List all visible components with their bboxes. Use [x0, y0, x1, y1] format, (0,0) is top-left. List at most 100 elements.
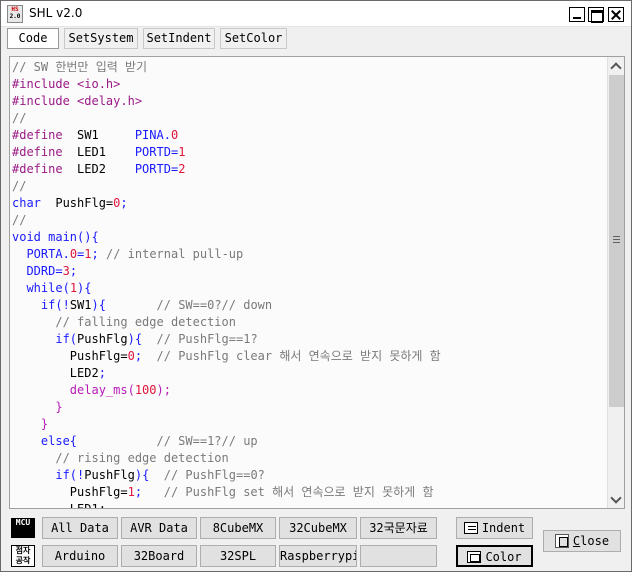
- maximize-button[interactable]: [588, 7, 604, 23]
- code-token: #include: [12, 77, 78, 91]
- code-token: PORTA.: [26, 247, 70, 261]
- code-line[interactable]: //: [12, 212, 606, 229]
- code-token: 1: [84, 247, 92, 261]
- code-token: 2: [178, 162, 186, 176]
- code-token: //: [12, 213, 27, 227]
- code-token: if(!: [55, 468, 85, 482]
- code-line[interactable]: PORTA.0=1; // internal pull-up: [12, 246, 606, 263]
- code-line[interactable]: void main(){: [12, 229, 606, 246]
- code-line[interactable]: PushFlg=1; // PushFlg set 해서 연속으로 받지 못하게…: [12, 484, 606, 501]
- code-line[interactable]: // rising edge detection: [12, 450, 606, 467]
- code-token: // PushFlg set 해서 연속으로 받지 못하게 함: [163, 485, 434, 499]
- color-icon: [467, 550, 482, 563]
- app-icon-bottom: 2.0: [9, 13, 21, 20]
- indent-button[interactable]: Indent: [456, 517, 533, 539]
- code-token: // PushFlg==0?: [163, 468, 265, 482]
- code-token: #define: [12, 145, 63, 159]
- code-token: ){: [91, 298, 157, 312]
- code-token: // SW 한번만 입력 받기: [12, 60, 148, 74]
- code-line[interactable]: }: [12, 416, 606, 433]
- code-text-area[interactable]: // SW 한번만 입력 받기 #include <io.h> #include <…: [12, 59, 606, 508]
- close-label-rest: lose: [580, 534, 610, 548]
- code-token: #define: [12, 128, 63, 142]
- color-button[interactable]: Color: [456, 545, 533, 567]
- braille-icon-label: 점자 공작: [15, 546, 31, 565]
- code-token: ){: [77, 281, 92, 295]
- code-line[interactable]: }: [12, 399, 606, 416]
- code-line[interactable]: //: [12, 178, 606, 195]
- code-token: else{: [40, 434, 157, 448]
- tab-setindent[interactable]: SetIndent: [143, 28, 215, 49]
- raspberrypi-button[interactable]: Raspberrypi: [279, 545, 357, 567]
- tab-setcolor[interactable]: SetColor: [220, 28, 287, 49]
- code-line[interactable]: // SW 한번만 입력 받기: [12, 59, 606, 76]
- code-line[interactable]: while(1){: [12, 280, 606, 297]
- code-line[interactable]: //: [12, 110, 606, 127]
- window-title: SHL v2.0: [29, 6, 83, 20]
- tab-setsystem[interactable]: SetSystem: [64, 28, 138, 49]
- code-line[interactable]: // falling edge detection: [12, 314, 606, 331]
- app-icon: HS 2.0: [7, 5, 23, 23]
- code-token: ){: [127, 332, 157, 346]
- code-line[interactable]: if(PushFlg){ // PushFlg==1?: [12, 331, 606, 348]
- code-line[interactable]: #define SW1 PINA.0: [12, 127, 606, 144]
- code-token: PushFlg: [84, 468, 135, 482]
- code-line[interactable]: char PushFlg=0;: [12, 195, 606, 212]
- code-editor[interactable]: // SW 한번만 입력 받기 #include <io.h> #include <…: [9, 56, 625, 509]
- close-door-icon: [554, 533, 569, 548]
- scrollbar-thumb[interactable]: [609, 75, 624, 407]
- code-token: <delay.h>: [77, 94, 143, 108]
- code-token: 1: [69, 281, 78, 295]
- minimize-button[interactable]: [569, 7, 585, 22]
- 32board-button[interactable]: 32Board: [121, 545, 197, 567]
- arduino-button[interactable]: Arduino: [42, 545, 118, 567]
- code-line[interactable]: #define LED1 PORTD=1: [12, 144, 606, 161]
- code-token: //: [12, 179, 27, 193]
- 32cubemx-button[interactable]: 32CubeMX: [279, 517, 357, 539]
- code-token: 0: [127, 349, 135, 363]
- code-line[interactable]: #include <delay.h>: [12, 93, 606, 110]
- code-line[interactable]: else{ // SW==1?// up: [12, 433, 606, 450]
- code-line[interactable]: #include <io.h>: [12, 76, 606, 93]
- scroll-down-arrow-icon[interactable]: [608, 491, 624, 508]
- code-line[interactable]: if(!SW1){ // SW==0?// down: [12, 297, 606, 314]
- code-token: );: [156, 383, 171, 397]
- code-token: if(!: [40, 298, 70, 312]
- tab-code[interactable]: Code: [7, 28, 59, 49]
- app-icon-top: HS: [11, 6, 19, 13]
- code-line[interactable]: LED1;: [12, 501, 606, 508]
- title-bar[interactable]: HS 2.0 SHL v2.0: [1, 1, 631, 27]
- code-token: 3: [62, 264, 70, 278]
- code-token: char: [12, 196, 41, 210]
- 32-korean-docs-button[interactable]: 32국문자료: [360, 517, 437, 539]
- code-token: LED1: [62, 145, 135, 159]
- code-line[interactable]: #define LED2 PORTD=2: [12, 161, 606, 178]
- code-token: PINA.: [134, 128, 171, 142]
- mcu-icon[interactable]: MCU: [11, 518, 35, 538]
- vertical-scrollbar[interactable]: [607, 57, 624, 508]
- code-line[interactable]: LED2;: [12, 365, 606, 382]
- 8cubemx-button[interactable]: 8CubeMX: [200, 517, 276, 539]
- code-line[interactable]: DDRD=3;: [12, 263, 606, 280]
- 32spl-button[interactable]: 32SPL: [200, 545, 276, 567]
- blank-button[interactable]: [360, 545, 437, 567]
- code-line[interactable]: PushFlg=0; // PushFlg clear 해서 연속으로 받지 못…: [12, 348, 606, 365]
- close-window-button[interactable]: [608, 7, 624, 22]
- code-token: ;: [134, 485, 164, 499]
- avr-data-button[interactable]: AVR Data: [121, 517, 197, 539]
- code-token: <io.h>: [77, 77, 121, 91]
- braille-icon[interactable]: 점자 공작: [11, 545, 35, 567]
- all-data-button[interactable]: All Data: [42, 517, 118, 539]
- code-line[interactable]: if(!PushFlg){ // PushFlg==0?: [12, 467, 606, 484]
- code-line[interactable]: delay_ms(100);: [12, 382, 606, 399]
- code-token: PORTD=: [134, 145, 179, 159]
- scroll-up-arrow-icon[interactable]: [608, 57, 624, 74]
- close-button[interactable]: Close: [543, 530, 621, 552]
- code-token: delay_ms(: [69, 383, 135, 397]
